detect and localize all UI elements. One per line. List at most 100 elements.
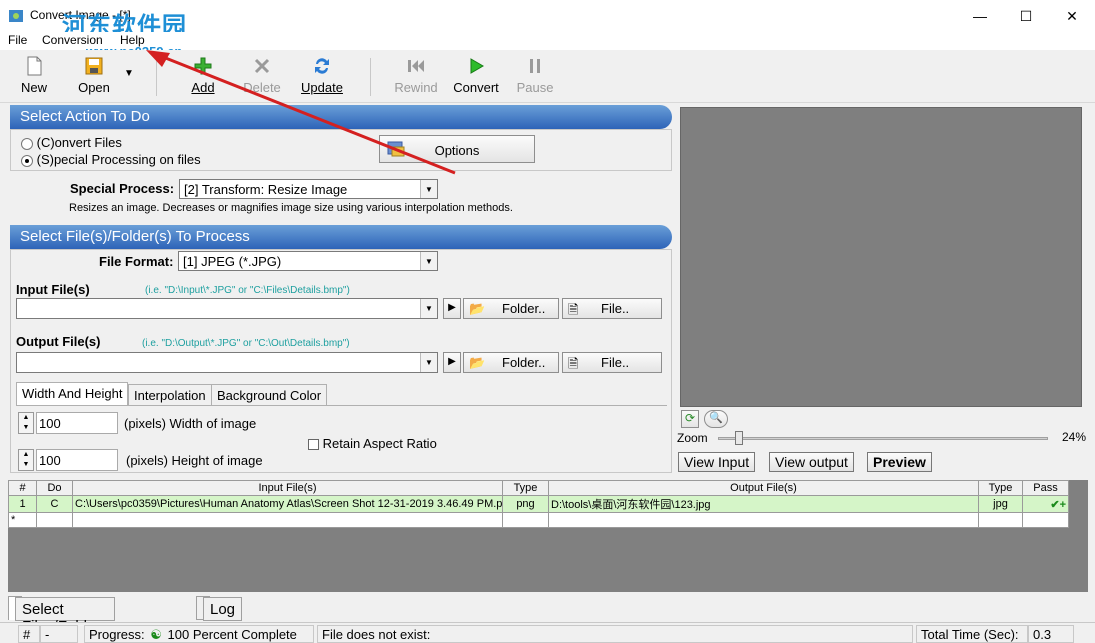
output-folder-button[interactable]: 📂 Folder.. [463,352,559,373]
input-files-field[interactable]: ▼ [16,298,438,319]
spin-down-icon: ▼ [22,424,30,431]
maximize-button[interactable]: ☐ [1003,0,1049,32]
file-format-select[interactable]: [1] JPEG (*.JPG) ▼ [178,251,438,271]
zoom-slider-thumb[interactable] [735,431,743,445]
special-process-label: Special Process: [70,181,175,196]
table-row[interactable]: 1 C C:\Users\pc0359\Pictures\Human Anato… [8,495,1069,513]
retain-aspect-checkbox[interactable]: Retain Aspect Ratio [308,436,437,451]
output-file-button[interactable]: 🗎 File.. [562,352,662,373]
col-header-input: Input File(s) [72,480,503,496]
status-time-label: Total Time (Sec): [916,625,1028,643]
status-progress: Progress: ☯ 100 Percent Complete [84,625,314,643]
view-input-button[interactable]: View Input [678,452,756,472]
special-process-description: Resizes an image. Decreases or magnifies… [69,202,513,214]
cell-input[interactable]: C:\Users\pc0359\Pictures\Human Anatomy A… [72,495,503,513]
status-message: File does not exist: [317,625,913,643]
output-file-label: File.. [601,355,630,370]
status-bar: # - Progress: ☯ 100 Percent Complete Fil… [0,622,1095,643]
output-files-hint: (i.e. "D:\Output\*.JPG" or "C:\Out\Detai… [142,338,350,349]
input-play-button[interactable]: ▶ [443,298,461,319]
col-header-do: Do [36,480,73,496]
output-files-label: Output File(s) [16,334,101,349]
tab-width-height[interactable]: Width And Height [16,382,129,406]
file-grid: # Do Input File(s) Type Output File(s) T… [8,480,1088,592]
spin-down-icon: ▼ [22,461,30,468]
input-folder-label: Folder.. [502,301,546,316]
file-format-label: File Format: [99,254,174,269]
yin-yang-icon: ☯ [150,627,162,642]
radio-convert-label: (C)onvert Files [36,135,122,150]
file-format-value: [1] JPEG (*.JPG) [183,254,282,269]
width-input[interactable]: 100 [36,412,118,434]
zoom-label: Zoom [677,431,708,445]
cell-index: 1 [8,495,37,513]
preview-button[interactable]: Preview [867,452,932,472]
tab-select-files[interactable]: 🗐 Select Files/Folders [8,596,115,635]
cell-type-out: jpg [978,495,1023,513]
new-button[interactable]: New [14,54,54,100]
radio-special-indicator [21,154,33,167]
status-hash: # [18,625,40,643]
spin-up-icon: ▲ [22,414,30,421]
width-label: (pixels) Width of image [124,416,257,431]
radio-convert-files[interactable]: (C)onvert Files [21,135,122,150]
zoom-slider-track[interactable] [718,437,1048,440]
height-input[interactable]: 100 [36,449,118,471]
close-button[interactable]: ✕ [1049,0,1095,32]
folder-icon: 📂 [469,355,486,370]
refresh-icon: ⟳ [684,411,696,425]
tab-background-color[interactable]: Background Color [211,384,328,406]
refresh-preview-button[interactable]: ⟳ [681,410,699,428]
table-new-row[interactable]: * [8,512,1069,528]
cell-output[interactable]: D:\tools\桌面\河东软件园\123.jpg [548,495,979,513]
input-files-hint: (i.e. "D:\Input\*.JPG" or "C:\Files\Deta… [145,285,350,296]
input-file-button[interactable]: 🗎 File.. [562,298,662,319]
width-spinner[interactable]: ▲ ▼ [18,412,34,434]
chevron-down-icon: ▼ [420,252,437,270]
output-play-button[interactable]: ▶ [443,352,461,373]
cell-do[interactable]: C [36,495,73,513]
save-disk-icon [85,57,103,75]
zoom-tool-button[interactable]: 🔍 [704,410,728,428]
file-icon: 🗎 [568,356,579,371]
retain-aspect-label: Retain Aspect Ratio [322,436,437,451]
cell-pass-check-icon: ✔+ [1022,495,1069,513]
zoom-value: 24% [1062,430,1087,444]
status-dash: - [40,625,78,643]
title-bar: Convert Image - [*] 河东软件园 — ☐ ✕ [0,0,1095,40]
output-files-field[interactable]: ▼ [16,352,438,373]
input-folder-button[interactable]: 📂 Folder.. [463,298,559,319]
open-label: Open [78,80,110,95]
tab-log[interactable]: 🕒 Log [196,596,243,621]
checkbox-box [308,439,319,451]
progress-text: 100 Percent Complete [167,627,297,642]
tab-select-files-label: Select Files/Folders [15,597,115,635]
height-spinner[interactable]: ▲ ▼ [18,449,34,471]
minimize-button[interactable]: — [957,0,1003,32]
menu-file[interactable]: File [8,33,27,47]
view-output-button[interactable]: View output [769,452,854,472]
open-button[interactable]: Open [72,54,116,100]
bottom-tabs: 🗐 Select Files/Folders 🕒 Log [8,596,408,635]
pause-label: Pause [516,80,554,95]
pause-button[interactable]: Pause [514,54,556,100]
files-section-header: Select File(s)/Folder(s) To Process [10,225,672,249]
tab-log-label: Log [203,597,243,621]
open-dropdown-button[interactable]: ▼ [120,54,138,100]
special-process-select[interactable]: [2] Transform: Resize Image ▼ [179,179,438,199]
cell-type-in: png [502,495,549,513]
tab-content-width-height: ▲ ▼ 100 (pixels) Width of image Retain As… [16,405,667,473]
folder-icon: 📂 [469,301,486,316]
tab-interpolation[interactable]: Interpolation [128,384,212,406]
pause-icon [530,59,540,73]
radio-convert-indicator [21,137,33,150]
progress-label: Progress: [89,627,145,642]
height-label: (pixels) Height of image [126,453,263,468]
magnifier-icon: 🔍 [709,412,723,424]
table-header-row: # Do Input File(s) Type Output File(s) T… [8,480,1069,496]
play-icon [470,58,484,74]
new-file-icon [27,56,42,76]
annotation-arrow-icon [146,50,456,175]
col-header-type-out: Type [978,480,1023,496]
play-arrow-icon: ▶ [448,302,456,313]
